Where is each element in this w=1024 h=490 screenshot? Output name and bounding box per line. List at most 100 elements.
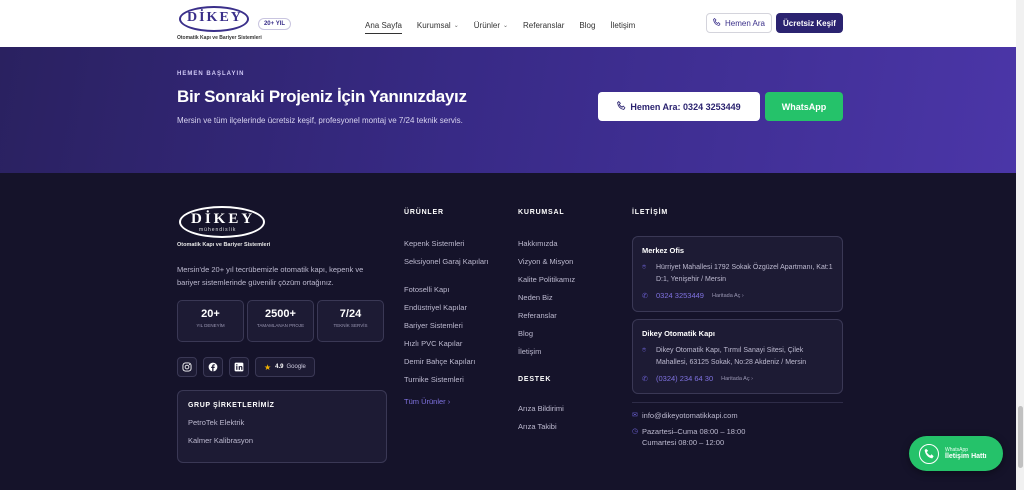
office-phone[interactable]: 0324 3253449 [656, 291, 704, 300]
footer-link-support[interactable]: Arıza Bildirimi [518, 404, 564, 414]
office-card-secondary: Dikey Otomatik Kapı ⌾ Dikey Otomatik Kap… [632, 319, 843, 394]
free-survey-button[interactable]: Ücretsiz Keşif [776, 13, 843, 33]
stat-card: 20+ YIL DENEYİM [177, 300, 244, 342]
whatsapp-float-button[interactable]: WhatsApp İletişim Hattı [909, 436, 1003, 471]
hours-weekday: Pazartesi–Cuma 08:00 – 18:00 [642, 427, 746, 436]
contact-email: info@dikeyotomatikkapi.com [642, 411, 738, 420]
footer-link-product[interactable]: Bariyer Sistemleri [404, 321, 463, 331]
chevron-right-icon: › [447, 397, 451, 406]
nav-item-blog[interactable]: Blog [579, 21, 595, 30]
footer-link-corporate[interactable]: Referanslar [518, 311, 557, 321]
nav-item-home[interactable]: Ana Sayfa [365, 21, 402, 34]
nav-label: Ana Sayfa [365, 21, 402, 30]
group-item-petrotek[interactable]: PetroTek Elektrik [188, 418, 376, 427]
group-item-kalmer[interactable]: Kalmer Kalibrasyon [188, 436, 376, 445]
cta-description: Mersin ve tüm ilçelerinde ücretsiz keşif… [177, 116, 463, 125]
whatsapp-float-bottom: İletişim Hattı [945, 453, 987, 460]
call-now-label: Hemen Ara [724, 18, 766, 28]
hours-saturday: Cumartesi 08:00 – 12:00 [642, 438, 725, 447]
hours-block: Pazartesi–Cuma 08:00 – 18:00 Cumartesi 0… [642, 426, 745, 448]
hours-row: ◷ Pazartesi–Cuma 08:00 – 18:00 Cumartesi… [632, 426, 745, 448]
office-name: Merkez Ofis [642, 246, 685, 255]
stat-label: TAMAMLANAN PROJE [256, 323, 305, 328]
logo-text: DİKEY [187, 10, 243, 25]
stat-card: 7/24 TEKNİK SERVİS [317, 300, 384, 342]
rating-value: 4.9 [275, 364, 284, 370]
cta-call-label: Hemen Ara: 0324 3253449 [630, 101, 741, 112]
stat-value: 20+ [201, 308, 220, 320]
footer-logo[interactable]: DİKEY mühendislik Otomatik Kapı ve Bariy… [177, 206, 272, 251]
all-products-label: Tüm Ürünler [404, 397, 446, 406]
google-rating-badge[interactable]: ★ 4.9 Google [255, 357, 315, 377]
linkedin-icon[interactable] [229, 357, 249, 377]
office-phone[interactable]: (0324) 234 64 30 [656, 374, 713, 383]
footer-link-corporate[interactable]: Kalite Politikamız [518, 275, 575, 285]
footer-link-product[interactable]: Hızlı PVC Kapılar [404, 339, 462, 349]
instagram-icon[interactable] [177, 357, 197, 377]
group-title: GRUP ŞİRKETLERİMİZ [188, 402, 275, 409]
social-links: ★ 4.9 Google [177, 357, 315, 377]
email-row[interactable]: ✉ info@dikeyotomatikkapi.com [632, 411, 738, 420]
footer-link-product[interactable]: Fotoselli Kapı [404, 285, 449, 295]
years-badge: 20+ YIL [258, 18, 291, 30]
facebook-icon[interactable] [203, 357, 223, 377]
open-map-link[interactable]: Haritada Aç › [721, 376, 753, 382]
whatsapp-icon [919, 443, 939, 464]
nav-item-corporate[interactable]: Kurumsal ⌄ [417, 21, 459, 30]
site-footer: DİKEY mühendislik Otomatik Kapı ve Bariy… [0, 173, 1024, 490]
footer-link-corporate[interactable]: İletişim [518, 347, 541, 357]
nav-label: Blog [579, 21, 596, 30]
office-address-row: ⌾ Hürriyet Mahallesi 1792 Sokak Özgüzel … [642, 262, 833, 286]
contact-divider [632, 402, 843, 403]
footer-link-corporate[interactable]: Vizyon & Misyon [518, 257, 573, 267]
products-heading: ÜRÜNLER [404, 209, 444, 216]
office-address: Hürriyet Mahallesi 1792 Sokak Özgüzel Ap… [656, 264, 833, 283]
all-products-link[interactable]: Tüm Ürünler › [404, 397, 450, 407]
footer-logo-tagline: mühendislik [199, 227, 237, 233]
footer-link-support[interactable]: Arıza Takibi [518, 422, 557, 432]
stat-value: 7/24 [339, 308, 362, 320]
clock-icon: ◷ [632, 428, 639, 435]
office-address: Dikey Otomatik Kapı, Tırmıl Sanayi Sites… [656, 347, 807, 366]
phone-icon: ✆ [642, 375, 648, 383]
corporate-heading: KURUMSAL [518, 209, 565, 216]
stat-card: 2500+ TAMAMLANAN PROJE [247, 300, 314, 342]
cta-banner: HEMEN BAŞLAYIN Bir Sonraki Projeniz İçin… [0, 47, 1024, 173]
footer-link-product[interactable]: Turnike Sistemleri [404, 375, 464, 385]
phone-icon [617, 100, 626, 112]
support-heading: DESTEK [518, 376, 552, 383]
cta-title: Bir Sonraki Projeniz İçin Yanınızdayız [177, 87, 467, 106]
footer-link-corporate[interactable]: Neden Biz [518, 293, 553, 303]
cta-call-button[interactable]: Hemen Ara: 0324 3253449 [598, 92, 760, 121]
stat-value: 2500+ [265, 308, 296, 320]
open-map-label: Haritada Aç [721, 375, 750, 382]
map-pin-icon: ⌾ [642, 347, 647, 354]
nav-label: Referanslar [523, 21, 565, 30]
open-map-link[interactable]: Haritada Aç › [712, 293, 744, 299]
cta-whatsapp-button[interactable]: WhatsApp [765, 92, 843, 121]
cta-eyebrow: HEMEN BAŞLAYIN [177, 71, 245, 77]
main-nav: Ana Sayfa Kurumsal ⌄ Ürünler ⌄ Referanslar… [365, 17, 650, 34]
nav-item-contact[interactable]: İletişim [610, 21, 635, 30]
footer-link-corporate[interactable]: Hakkımızda [518, 239, 558, 249]
star-icon: ★ [264, 362, 272, 372]
office-card-main: Merkez Ofis ⌾ Hürriyet Mahallesi 1792 So… [632, 236, 843, 312]
nav-item-references[interactable]: Referanslar [523, 21, 564, 30]
footer-link-product[interactable]: Demir Bahçe Kapıları [404, 357, 475, 367]
footer-link-product[interactable]: Seksiyonel Garaj Kapıları [404, 257, 504, 267]
office-phone-row: ✆ 0324 3253449 Haritada Aç › [642, 291, 833, 300]
office-address-row: ⌾ Dikey Otomatik Kapı, Tırmıl Sanayi Sit… [642, 345, 833, 369]
footer-link-product[interactable]: Endüstriyel Kapılar [404, 303, 467, 313]
site-logo[interactable]: DİKEY Otomatik Kapı ve Bariyer Sistemler… [177, 6, 262, 42]
nav-label: Ürünler [473, 21, 500, 30]
call-now-button[interactable]: Hemen Ara [706, 13, 772, 33]
footer-logo-subtitle: Otomatik Kapı ve Bariyer Sistemleri [177, 242, 271, 248]
footer-link-corporate[interactable]: Blog [518, 329, 533, 339]
contact-heading: İLETİŞİM [632, 209, 668, 216]
logo-subtitle: Otomatik Kapı ve Bariyer Sistemleri [177, 35, 262, 41]
nav-item-products[interactable]: Ürünler ⌄ [474, 21, 508, 30]
footer-link-product[interactable]: Kepenk Sistemleri [404, 239, 464, 249]
scrollbar-thumb[interactable] [1018, 406, 1023, 468]
phone-icon: ✆ [642, 292, 648, 300]
footer-logo-text: DİKEY [191, 211, 256, 227]
